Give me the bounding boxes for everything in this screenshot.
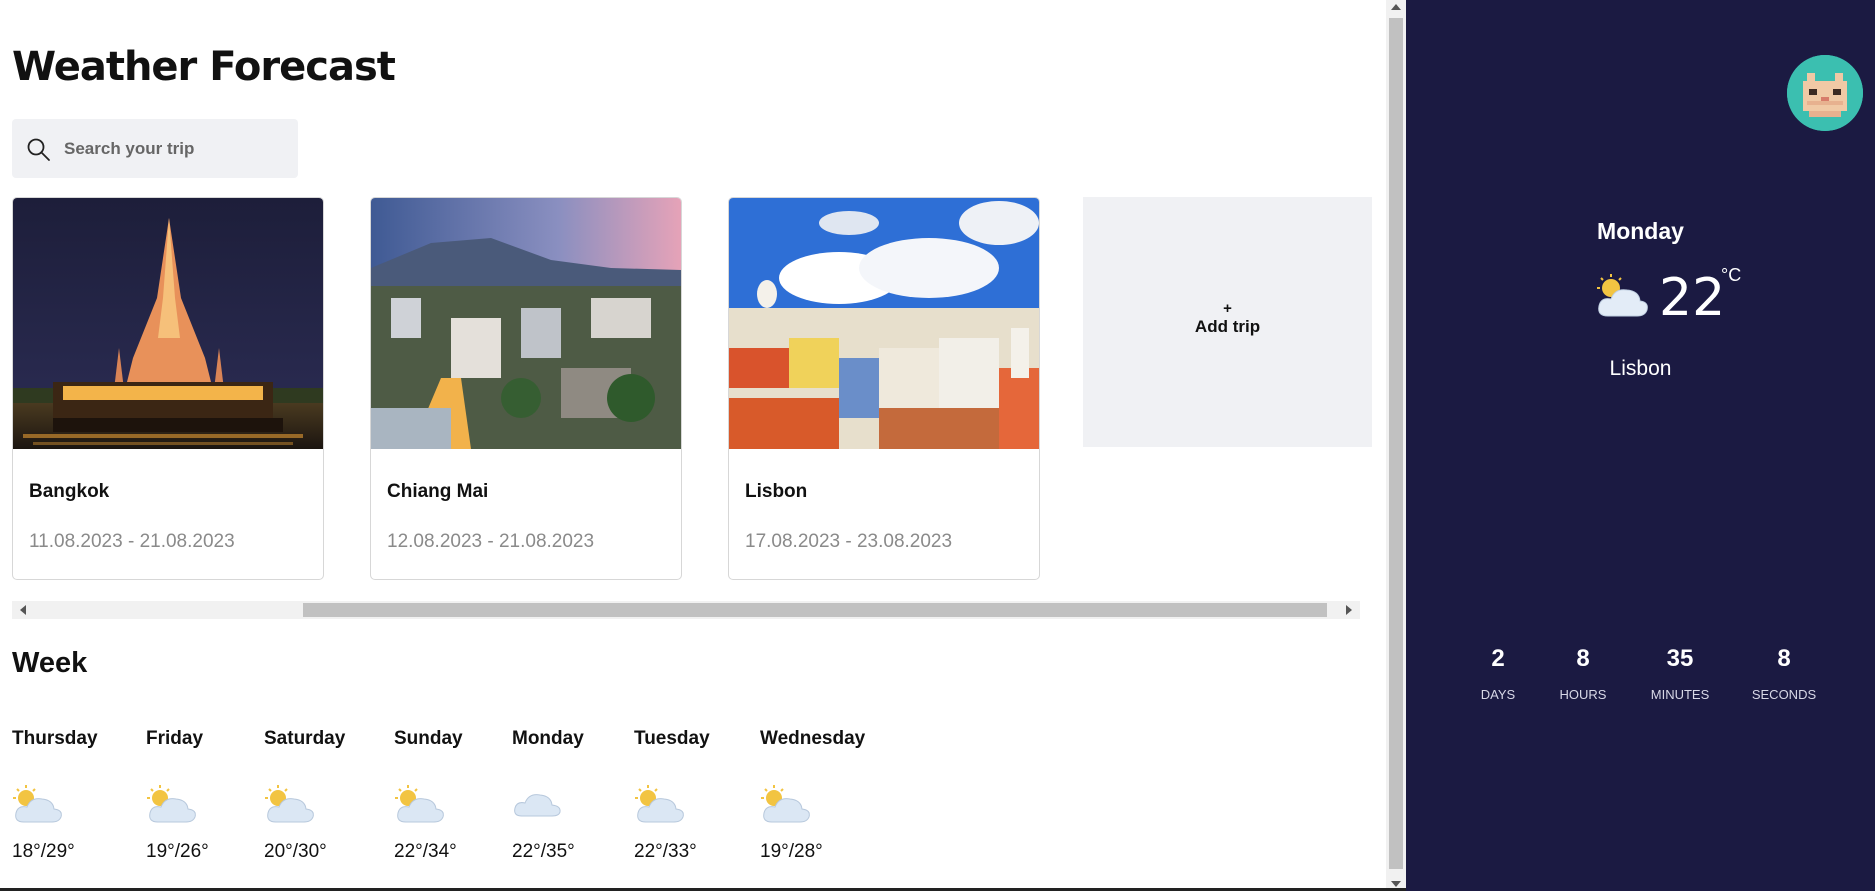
day-temps: 20°/30° [264, 841, 327, 862]
trip-dates: 17.08.2023 - 23.08.2023 [745, 531, 953, 552]
vertical-scrollbar-thumb[interactable] [1389, 18, 1403, 869]
trip-card-lisbon[interactable]: Lisbon 17.08.2023 - 23.08.2023 [728, 197, 1040, 580]
scroll-up-arrow-icon[interactable] [1391, 4, 1401, 10]
day-temps: 22°/33° [634, 841, 697, 862]
trip-list: Bangkok 11.08.2023 - 21.08.2023 Chiang M… [12, 197, 1372, 581]
day-name: Tuesday [634, 728, 710, 749]
scroll-down-arrow-icon[interactable] [1391, 881, 1401, 887]
day-name: Monday [512, 728, 584, 749]
day-name: Thursday [12, 728, 98, 749]
countdown-hours: 8 HOURS [1538, 645, 1628, 702]
horizontal-scrollbar[interactable] [12, 601, 1360, 619]
day-temps: 18°/29° [12, 841, 75, 862]
countdown-minutes: 35 MINUTES [1635, 645, 1725, 702]
countdown-value: 8 [1777, 645, 1791, 672]
partly-cloudy-icon [761, 785, 810, 823]
add-trip-label: Add trip [1194, 317, 1261, 336]
cat-avatar[interactable] [1787, 55, 1863, 131]
day-forecast: Saturday 20°/30° [264, 728, 346, 862]
trip-image-chiang-mai [371, 198, 681, 449]
trip-city: Chiang Mai [387, 481, 489, 502]
add-trip-button[interactable]: + Add trip [1083, 197, 1372, 447]
week-heading: Week [12, 647, 88, 679]
countdown-seconds: 8 SECONDS [1739, 645, 1829, 702]
countdown-days: 2 DAYS [1453, 645, 1543, 702]
trip-card-chiang-mai[interactable]: Chiang Mai 12.08.2023 - 21.08.2023 [370, 197, 682, 580]
title-light: Weather [12, 44, 197, 90]
countdown-label: SECONDS [1751, 687, 1817, 702]
countdown-value: 35 [1666, 645, 1694, 672]
temperature-unit: °C [1721, 265, 1742, 285]
week-forecast: Thursday 18°/29° Friday 19°/26° Saturday… [0, 728, 1000, 878]
day-forecast: Sunday 22°/34° [394, 728, 463, 862]
trip-dates: 11.08.2023 - 21.08.2023 [29, 531, 235, 552]
page-title: Weather Forecast [12, 44, 396, 90]
day-name: Friday [146, 728, 204, 749]
cloudy-icon [514, 794, 561, 817]
current-day: Monday [1597, 218, 1684, 244]
day-name: Sunday [394, 728, 463, 749]
partly-cloudy-icon [265, 785, 314, 823]
partly-cloudy-icon [395, 785, 444, 823]
day-temps: 22°/35° [512, 841, 575, 862]
trip-image-lisbon [729, 198, 1039, 449]
trip-card-bangkok[interactable]: Bangkok 11.08.2023 - 21.08.2023 [12, 197, 324, 580]
countdown-label: DAYS [1480, 687, 1516, 702]
main-content: Weather Forecast Search your trip Bangko… [0, 0, 1386, 891]
title-bold: Forecast [209, 44, 396, 90]
current-weather-panel: Monday 22 °C Lisbon 2 DAYS 8 HOURS 35 MI… [1406, 0, 1875, 891]
search-box[interactable] [12, 119, 298, 178]
trip-image-bangkok [13, 198, 323, 449]
trip-dates: 12.08.2023 - 21.08.2023 [387, 531, 595, 552]
day-temps: 19°/28° [760, 841, 823, 862]
day-forecast: Thursday 18°/29° [12, 728, 98, 862]
partly-cloudy-icon [13, 785, 62, 823]
day-forecast: Monday 22°/35° [512, 728, 584, 862]
search-input[interactable] [64, 119, 292, 178]
partly-cloudy-icon [1597, 274, 1648, 317]
day-name: Wednesday [760, 728, 866, 749]
scroll-right-arrow-icon[interactable] [1346, 605, 1352, 615]
day-forecast: Tuesday 22°/33° [634, 728, 710, 862]
day-temps: 19°/26° [146, 841, 209, 862]
countdown-label: MINUTES [1650, 687, 1710, 702]
day-forecast: Wednesday 19°/28° [760, 728, 866, 862]
day-name: Saturday [264, 728, 346, 749]
day-forecast: Friday 19°/26° [146, 728, 209, 862]
day-temps: 22°/34° [394, 841, 457, 862]
trip-city: Bangkok [29, 481, 110, 502]
scroll-left-arrow-icon[interactable] [20, 605, 26, 615]
current-city: Lisbon [1609, 357, 1672, 380]
trip-city: Lisbon [745, 481, 808, 502]
vertical-scrollbar[interactable] [1386, 0, 1406, 891]
countdown-value: 2 [1491, 645, 1505, 672]
partly-cloudy-icon [147, 785, 196, 823]
countdown-label: HOURS [1559, 687, 1607, 702]
current-temperature: 22 [1659, 268, 1726, 328]
scrollbar-thumb[interactable] [303, 603, 1327, 617]
cat-avatar-icon [1787, 55, 1863, 131]
countdown-value: 8 [1576, 645, 1590, 672]
partly-cloudy-icon [635, 785, 684, 823]
plus-icon: + [1223, 300, 1232, 317]
search-icon [27, 138, 50, 161]
